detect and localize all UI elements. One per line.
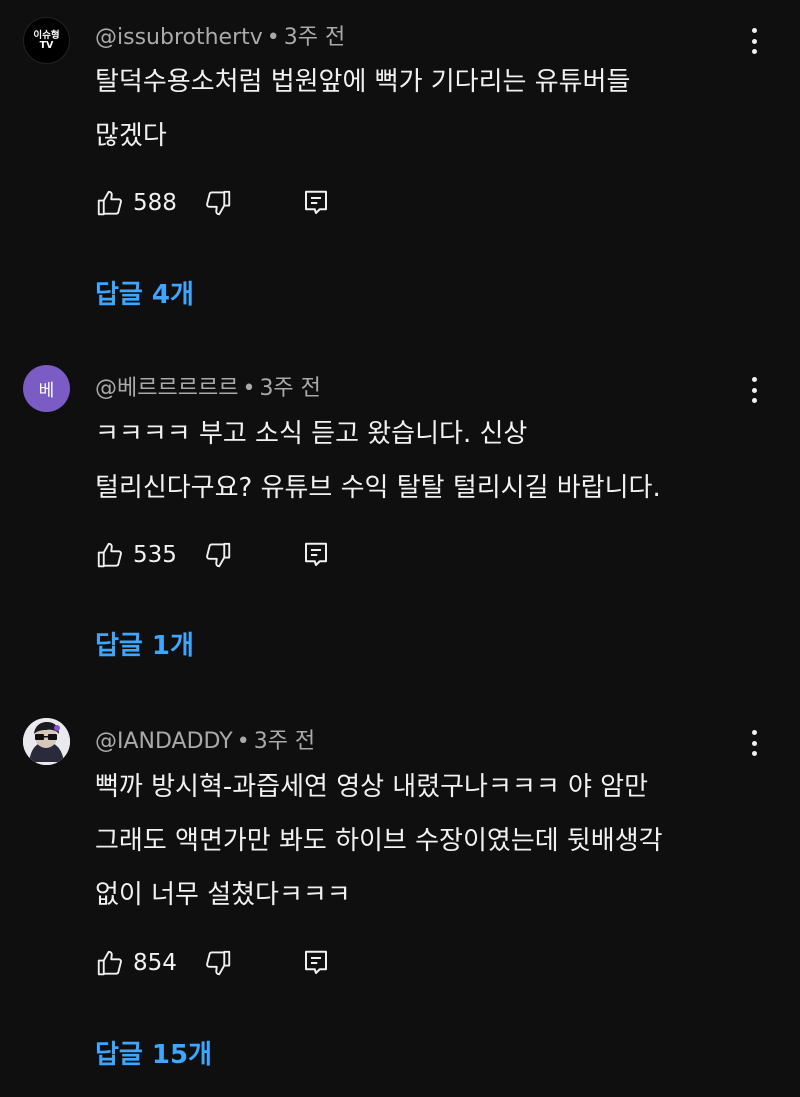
author-name[interactable]: @issubrothertv — [95, 25, 263, 50]
comment-time: 3주 전 — [253, 729, 316, 754]
comment-text-line: 털리신다구요? 유튜브 수익 탈탈 털리시길 바랍니다. — [95, 473, 661, 503]
comment-meta: @베르르르르르 • 3주 전 — [95, 370, 321, 402]
like-count: 588 — [133, 190, 177, 216]
more-vertical-icon[interactable] — [744, 28, 764, 54]
avatar-text: 이슈형 — [33, 29, 60, 41]
replies-button[interactable]: 답글 4개 — [95, 274, 194, 311]
reply-comment-icon[interactable] — [301, 188, 331, 218]
author-name[interactable]: @IANDADDY — [95, 729, 233, 754]
meta-separator: • — [266, 25, 280, 50]
replies-button[interactable]: 답글 15개 — [95, 1034, 212, 1071]
comment-text-line: 그래도 액면가만 봐도 하이브 수장이였는데 뒷배생각 — [95, 826, 663, 856]
avatar-text: TV — [39, 39, 54, 51]
thumbs-down-icon[interactable] — [203, 188, 233, 218]
reply-comment-icon[interactable] — [301, 540, 331, 570]
thumbs-down-icon[interactable] — [203, 540, 233, 570]
avatar[interactable]: 베 — [23, 365, 70, 412]
comment-time: 3주 전 — [283, 25, 346, 50]
comment-text: ㅋㅋㅋㅋ 부고 소식 듣고 왔습니다. 신상 털리신다구요? 유튜브 수익 탈탈… — [95, 407, 661, 515]
comment-actions: 588 — [95, 188, 355, 220]
comment-actions: 535 — [95, 540, 355, 572]
more-vertical-icon[interactable] — [744, 730, 764, 756]
avatar-text: 베 — [38, 381, 55, 401]
meta-separator: • — [242, 376, 256, 401]
like-count: 854 — [133, 950, 177, 976]
comment-time: 3주 전 — [259, 376, 321, 401]
comment-meta: @IANDADDY • 3주 전 — [95, 723, 315, 755]
thumbs-down-icon[interactable] — [203, 948, 233, 978]
thumbs-up-icon[interactable] — [95, 188, 125, 218]
comment-text-line: 많겠다 — [95, 121, 167, 151]
comment-actions: 854 — [95, 948, 355, 980]
avatar[interactable]: 이슈형 TV — [23, 17, 70, 64]
replies-button[interactable]: 답글 1개 — [95, 625, 194, 662]
comment-meta: @issubrothertv • 3주 전 — [95, 19, 345, 51]
thumbs-up-icon[interactable] — [95, 540, 125, 570]
comment-text-line: 없이 너무 설쳤다ㅋㅋㅋ — [95, 880, 351, 910]
thumbs-up-icon[interactable] — [95, 948, 125, 978]
avatar[interactable] — [23, 718, 70, 765]
avatar-image — [23, 718, 70, 765]
comment-text: 뻑까 방시혁-과즙세연 영상 내렸구나ㅋㅋㅋ 야 암만 그래도 액면가만 봐도 … — [95, 760, 663, 922]
comment-text-line: 뻑까 방시혁-과즙세연 영상 내렸구나ㅋㅋㅋ 야 암만 — [95, 772, 649, 802]
comment-text-line: 탈덕수용소처럼 법원앞에 뻑가 기다리는 유튜버들 — [95, 67, 631, 97]
comment-text: 탈덕수용소처럼 법원앞에 뻑가 기다리는 유튜버들 많겠다 — [95, 55, 630, 163]
reply-comment-icon[interactable] — [301, 948, 331, 978]
meta-separator: • — [236, 729, 250, 754]
more-vertical-icon[interactable] — [744, 377, 764, 403]
like-count: 535 — [133, 542, 177, 568]
author-name[interactable]: @베르르르르르 — [95, 376, 238, 401]
comment-text-line: ㅋㅋㅋㅋ 부고 소식 듣고 왔습니다. 신상 — [95, 419, 528, 449]
